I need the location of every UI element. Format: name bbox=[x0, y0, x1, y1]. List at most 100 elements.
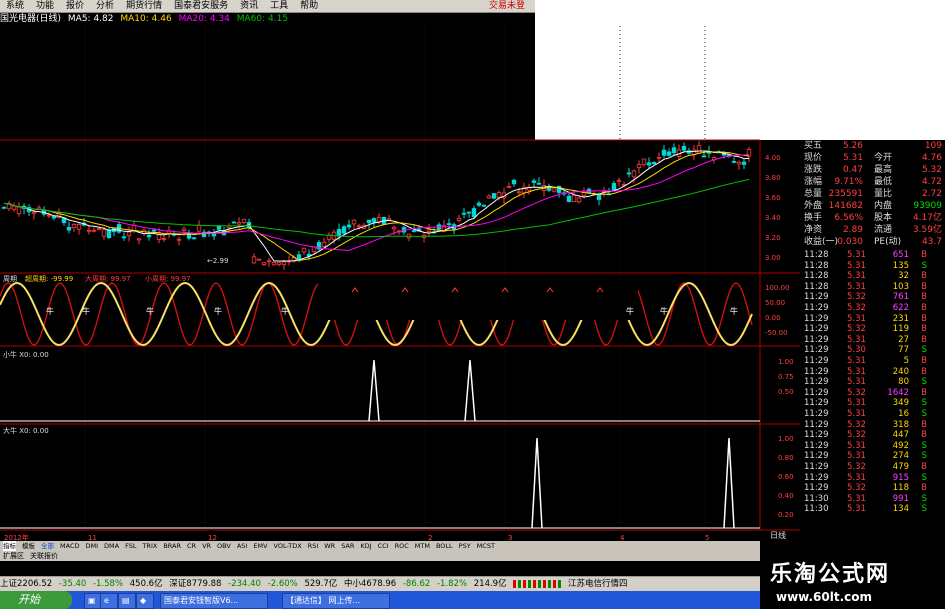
indicator-tab-17[interactable]: SAR bbox=[341, 541, 354, 551]
tick-volume: 118 bbox=[892, 483, 909, 494]
menu-item-5[interactable]: 国泰君安服务 bbox=[174, 0, 228, 12]
menu-item-0[interactable]: 系统 bbox=[6, 0, 24, 12]
indicator-tab-23[interactable]: PSY bbox=[459, 541, 471, 551]
tick-volume: 761 bbox=[892, 292, 909, 303]
menu-item-2[interactable]: 报价 bbox=[66, 0, 84, 12]
taskbar-item-guotai[interactable]: 国泰君安钱智版V6... bbox=[160, 593, 268, 609]
candle-body bbox=[271, 261, 277, 266]
candle-body bbox=[696, 145, 702, 154]
tick-row: 11:29 5.31 231 B bbox=[800, 314, 945, 325]
quote-label: 总量 bbox=[804, 189, 823, 199]
indicator-tab-3[interactable]: MACD bbox=[60, 541, 79, 551]
small-cow-axis-tick: 0.75 bbox=[778, 373, 794, 381]
server-name[interactable]: 江苏电信行情四 bbox=[568, 579, 628, 589]
indicator-tab-15[interactable]: RSI bbox=[308, 541, 319, 551]
period-label[interactable]: 日线 bbox=[770, 531, 800, 541]
tick-volume: 231 bbox=[892, 313, 909, 324]
tick-row: 11:29 5.31 80 S bbox=[800, 377, 945, 388]
start-button[interactable]: 开始 bbox=[0, 591, 72, 609]
menu-item-6[interactable]: 资讯 bbox=[240, 0, 258, 12]
tick-price: 5.31 bbox=[847, 260, 866, 271]
candle-body bbox=[616, 179, 622, 182]
indicator-tab-9[interactable]: CR bbox=[187, 541, 196, 551]
quote-label2: 今开 bbox=[874, 153, 893, 163]
candle-body bbox=[651, 161, 657, 164]
cow-marker: 牛 bbox=[46, 306, 54, 316]
quote-value2: 4.76 bbox=[921, 153, 942, 163]
tick-time: 11:29 bbox=[804, 462, 829, 472]
tick-side: B bbox=[921, 366, 927, 377]
indicator-tab-22[interactable]: BOLL bbox=[436, 541, 453, 551]
indicator-tab-16[interactable]: WR bbox=[324, 541, 335, 551]
candle-body bbox=[301, 247, 307, 253]
tick-volume: 447 bbox=[892, 430, 909, 441]
menu-item-7[interactable]: 工具 bbox=[270, 0, 288, 12]
indicator-tab-11[interactable]: OBV bbox=[217, 541, 231, 551]
chart-area[interactable]: 牛 牛 牛 牛 牛 牛 牛 牛 ←2.99 4.00 3.80 3.60 3.40 3.20 3.00 周期… bbox=[0, 14, 800, 542]
menu-item-8[interactable]: 帮助 bbox=[300, 0, 318, 12]
indicator-tab-24[interactable]: MCST bbox=[477, 541, 495, 551]
folder-icon[interactable]: ▤ bbox=[118, 593, 136, 609]
indicator-tab-4[interactable]: DMI bbox=[85, 541, 98, 551]
tick-side: B bbox=[921, 292, 927, 303]
indicator-tab-14[interactable]: VOL-TDX bbox=[274, 541, 302, 551]
tick-volume: 479 bbox=[892, 462, 909, 472]
indicator-tab-21[interactable]: MTM bbox=[415, 541, 430, 551]
indicator-tab-10[interactable]: VR bbox=[202, 541, 211, 551]
tick-time: 11:28 bbox=[804, 260, 829, 271]
indicator-tab-12[interactable]: ASI bbox=[237, 541, 248, 551]
tick-time: 11:29 bbox=[804, 313, 829, 324]
cycle-axis-tick: 0.00 bbox=[765, 314, 781, 322]
tick-time: 11:29 bbox=[804, 440, 829, 451]
candle-body bbox=[631, 170, 637, 178]
candle-body bbox=[636, 164, 642, 169]
quote-label: 买五 bbox=[804, 141, 823, 151]
cycle-axis-tick: 100.00 bbox=[765, 284, 790, 292]
indicator-tab-19[interactable]: CCI bbox=[378, 541, 389, 551]
tick-price: 5.32 bbox=[847, 462, 866, 472]
tick-row: 11:29 5.32 1642 B bbox=[800, 388, 945, 399]
candle-body bbox=[566, 195, 572, 202]
taskbar-item-tdx[interactable]: 【通达信】 网上传... bbox=[282, 593, 390, 609]
sh-amount: 450.6亿 bbox=[129, 579, 163, 589]
tick-volume: 16 bbox=[898, 409, 909, 419]
candle-body bbox=[136, 238, 142, 241]
tick-time: 11:29 bbox=[804, 303, 829, 313]
candle-body bbox=[131, 224, 137, 231]
menu-item-4[interactable]: 期货行情 bbox=[126, 0, 162, 12]
zx-change: -86.62 bbox=[402, 579, 431, 589]
candle-body bbox=[461, 212, 467, 215]
tick-volume: 32 bbox=[898, 271, 909, 282]
quote-label: 收益(一) bbox=[804, 237, 839, 247]
indicator-tab-18[interactable]: KDJ bbox=[360, 541, 371, 551]
ext-tab-0[interactable]: 扩展区 bbox=[3, 552, 24, 560]
tick-row: 11:29 5.32 761 B bbox=[800, 292, 945, 303]
indicator-tab-20[interactable]: ROC bbox=[395, 541, 409, 551]
tick-row: 11:29 5.32 622 B bbox=[800, 303, 945, 314]
candle-body bbox=[506, 186, 512, 188]
indicator-tab-2[interactable]: 全部 bbox=[41, 541, 54, 551]
tick-volume: 77 bbox=[898, 345, 909, 356]
menu-item-1[interactable]: 功能 bbox=[36, 0, 54, 12]
indicator-tab-0[interactable]: 指标 bbox=[3, 541, 16, 551]
app-icon[interactable]: ◆ bbox=[136, 593, 154, 609]
candle-body bbox=[261, 262, 267, 265]
indicator-tab-5[interactable]: DMA bbox=[104, 541, 119, 551]
indicator-tab-1[interactable]: 模板 bbox=[22, 541, 35, 551]
tick-price: 5.31 bbox=[847, 493, 866, 504]
tick-price: 5.32 bbox=[847, 324, 866, 335]
indicator-tab-8[interactable]: BRAR bbox=[163, 541, 181, 551]
trade-status[interactable]: 交易未登 bbox=[489, 0, 525, 12]
big-cow-axis-tick: 0.20 bbox=[778, 511, 794, 519]
tick-time: 11:29 bbox=[804, 377, 829, 388]
tick-row: 11:29 5.31 240 B bbox=[800, 367, 945, 378]
indicator-tab-13[interactable]: EMV bbox=[253, 541, 267, 551]
menu-item-3[interactable]: 分析 bbox=[96, 0, 114, 12]
indicator-tab-6[interactable]: FSL bbox=[125, 541, 136, 551]
ext-tab-1[interactable]: 关联报价 bbox=[30, 552, 58, 560]
cycle-mask bbox=[318, 280, 638, 320]
ie-icon[interactable]: e bbox=[100, 593, 118, 609]
indicator-tab-7[interactable]: TRIX bbox=[142, 541, 157, 551]
tick-price: 5.31 bbox=[847, 281, 866, 292]
quote-value2: 43.7 bbox=[921, 237, 942, 247]
